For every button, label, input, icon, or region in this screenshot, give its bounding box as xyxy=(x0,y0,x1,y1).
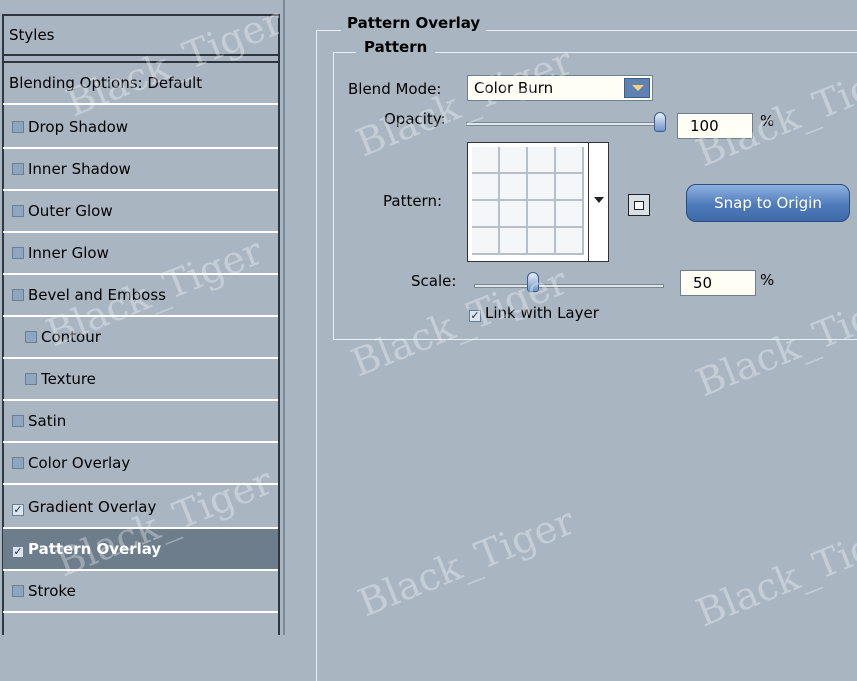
satin-checkbox[interactable] xyxy=(12,415,24,427)
pattern-picker[interactable] xyxy=(467,142,609,262)
opacity-label: Opacity: xyxy=(384,110,446,128)
sidebar-item-label: Inner Glow xyxy=(28,244,109,262)
sidebar-item-inner-glow[interactable]: Inner Glow xyxy=(3,233,278,275)
dropdown-arrow-icon[interactable] xyxy=(594,197,604,203)
inner-shadow-checkbox[interactable] xyxy=(12,163,24,175)
panel-divider xyxy=(283,0,285,635)
scale-label: Scale: xyxy=(411,272,457,290)
pattern-overlay-checkbox[interactable]: ✓ xyxy=(12,546,24,558)
styles-sidebar: Styles Blending Options: Default Drop Sh… xyxy=(0,0,283,635)
snap-to-origin-button[interactable]: Snap to Origin xyxy=(686,184,850,222)
color-overlay-checkbox[interactable] xyxy=(12,457,24,469)
sidebar-item-outer-glow[interactable]: Outer Glow xyxy=(3,191,278,233)
scale-unit: % xyxy=(760,271,775,289)
stroke-checkbox[interactable] xyxy=(12,585,24,597)
outer-glow-checkbox[interactable] xyxy=(12,205,24,217)
opacity-input[interactable]: 100 xyxy=(677,113,753,139)
sidebar-item-label: Pattern Overlay xyxy=(28,540,162,558)
sidebar-item-label: Color Overlay xyxy=(28,454,131,472)
new-preset-icon[interactable] xyxy=(628,194,650,216)
scale-slider-thumb[interactable] xyxy=(527,272,540,292)
sidebar-item-label: Satin xyxy=(28,412,67,430)
sidebar-item-label: Outer Glow xyxy=(28,202,113,220)
sidebar-item-gradient-overlay[interactable]: ✓ Gradient Overlay xyxy=(3,487,278,529)
blend-mode-select[interactable]: Color Burn xyxy=(467,75,653,101)
drop-shadow-checkbox[interactable] xyxy=(12,121,24,133)
blending-options-item[interactable]: Blending Options: Default xyxy=(3,61,278,105)
texture-checkbox[interactable] xyxy=(25,373,37,385)
scale-slider-track[interactable] xyxy=(474,284,664,288)
contour-checkbox[interactable] xyxy=(25,331,37,343)
inner-glow-checkbox[interactable] xyxy=(12,247,24,259)
link-with-layer-label: Link with Layer xyxy=(485,304,599,322)
sidebar-item-label: Inner Shadow xyxy=(28,160,131,178)
sidebar-item-pattern-overlay[interactable]: ✓ Pattern Overlay xyxy=(3,529,278,571)
gradient-overlay-checkbox[interactable]: ✓ xyxy=(12,504,24,516)
group-title: Pattern xyxy=(356,38,436,56)
sidebar-item-bevel-and-emboss[interactable]: Bevel and Emboss xyxy=(3,275,278,317)
sidebar-item-label: Drop Shadow xyxy=(28,118,129,136)
panel-title: Pattern Overlay xyxy=(341,14,487,32)
link-with-layer-option[interactable]: ✓ Link with Layer xyxy=(469,304,599,322)
chevron-down-icon[interactable] xyxy=(624,78,650,98)
sidebar-item-satin[interactable]: Satin xyxy=(3,401,278,443)
sidebar-item-label: Stroke xyxy=(28,582,76,600)
sidebar-item-inner-shadow[interactable]: Inner Shadow xyxy=(3,149,278,191)
pattern-label: Pattern: xyxy=(383,192,443,210)
pattern-swatch xyxy=(472,147,584,255)
sidebar-item-contour[interactable]: Contour xyxy=(3,317,278,359)
opacity-slider-track[interactable] xyxy=(466,122,666,126)
styles-header[interactable]: Styles xyxy=(3,16,278,56)
sidebar-item-color-overlay[interactable]: Color Overlay xyxy=(3,443,278,485)
scale-input[interactable]: 50 xyxy=(680,270,756,296)
opacity-slider-thumb[interactable] xyxy=(654,112,666,132)
link-with-layer-checkbox[interactable]: ✓ xyxy=(469,310,481,322)
opacity-unit: % xyxy=(760,112,775,130)
sidebar-item-label: Texture xyxy=(41,370,96,388)
sidebar-item-texture[interactable]: Texture xyxy=(3,359,278,401)
bevel-and-emboss-checkbox[interactable] xyxy=(12,289,24,301)
blend-mode-value: Color Burn xyxy=(474,79,554,97)
sidebar-item-drop-shadow[interactable]: Drop Shadow xyxy=(3,107,278,149)
blend-mode-label: Blend Mode: xyxy=(348,80,442,98)
pattern-divider xyxy=(588,143,589,261)
sidebar-item-stroke[interactable]: Stroke xyxy=(3,571,278,613)
sidebar-item-label: Gradient Overlay xyxy=(28,498,157,516)
sidebar-item-label: Bevel and Emboss xyxy=(28,286,166,304)
sidebar-item-label: Contour xyxy=(41,328,101,346)
